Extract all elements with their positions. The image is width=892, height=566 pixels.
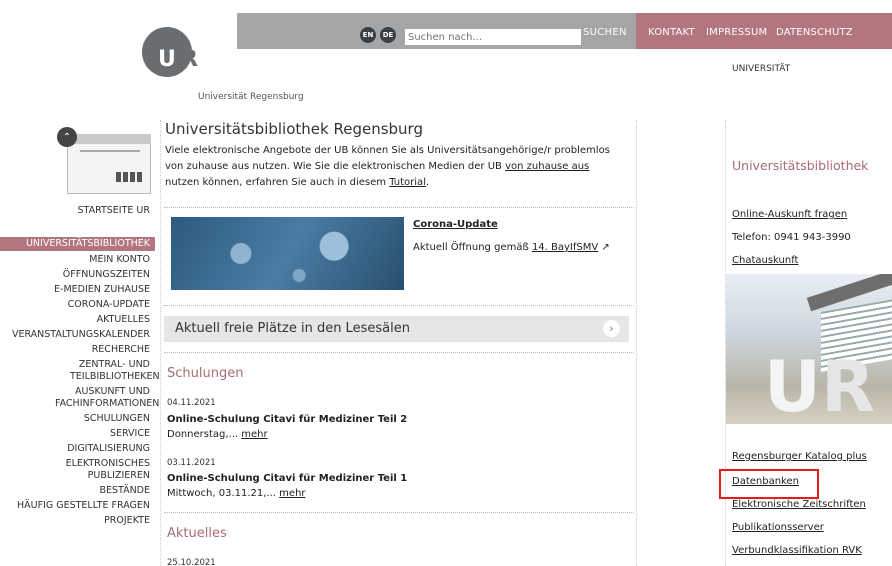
nav-item-auskunft[interactable]: AUSKUNFT UND FACHINFORMATIONEN <box>0 386 159 410</box>
aktuelles-date: 25.10.2021 <box>167 558 216 566</box>
nav-item-projekte[interactable]: PROJEKTE <box>0 515 155 527</box>
nav-item-veranstaltungskalender[interactable]: VERANSTALTUNGSKALENDER <box>0 329 155 341</box>
datenschutz-link[interactable]: DATENSCHUTZ <box>776 27 853 38</box>
nav-item-e-medien[interactable]: E-MEDIEN ZUHAUSE <box>0 284 155 296</box>
left-nav: UNIVERSITÄTSBIBLIOTHEK MEIN KONTO ÖFFNUN… <box>0 237 160 530</box>
column-divider-left <box>160 120 161 566</box>
regensburger-katalog-link[interactable]: Regensburger Katalog plus <box>732 451 867 462</box>
nav-item-universitaetsbibliothek[interactable]: UNIVERSITÄTSBIBLIOTHEK <box>0 237 155 251</box>
nav-item-oeffnungszeiten[interactable]: ÖFFNUNGSZEITEN <box>0 269 155 281</box>
nav-item-zentral-teilbibliotheken[interactable]: ZENTRAL- UND TEILBIBLIOTHEKEN <box>0 359 160 383</box>
campus-ur-u: U <box>764 346 821 424</box>
event-date: 03.11.2021 <box>167 458 216 468</box>
tutorial-link[interactable]: Tutorial <box>389 177 426 188</box>
nav-item-aktuelles[interactable]: AKTUELLES <box>0 314 155 326</box>
divider <box>164 512 634 513</box>
logo-text: Universität Regensburg <box>198 92 304 102</box>
nav-item-mein-konto[interactable]: MEIN KONTO <box>0 254 155 266</box>
event-title-link[interactable]: Online-Schulung Citavi für Mediziner Tei… <box>167 414 407 425</box>
external-link-icon: ↗ <box>598 242 610 253</box>
contact-link[interactable]: KONTAKT <box>648 27 695 38</box>
intro-text-2: nutzen können, erfahren Sie auch in dies… <box>165 177 390 188</box>
logo-u: U <box>158 47 176 72</box>
intro-text: Viele elektronische Angebote der UB könn… <box>165 143 625 191</box>
corona-virus-image[interactable] <box>171 217 404 290</box>
universitaet-menu[interactable]: UNIVERSITÄT <box>732 64 790 74</box>
datenbanken-highlight-box <box>719 469 819 499</box>
divider <box>164 305 634 306</box>
screen-line <box>80 150 140 152</box>
lang-en-button[interactable]: EN <box>360 27 376 43</box>
search-input[interactable] <box>405 29 581 45</box>
nav-item-recherche[interactable]: RECHERCHE <box>0 344 155 356</box>
telefon-text: Telefon: 0941 943-3990 <box>732 232 851 243</box>
event-more-link[interactable]: mehr <box>279 488 305 499</box>
page-title: Universitätsbibliothek Regensburg <box>165 120 423 138</box>
nav-item-elektronisches-publizieren[interactable]: ELEKTRONISCHES PUBLIZIEREN <box>0 458 155 482</box>
online-auskunft-link[interactable]: Online-Auskunft fragen <box>732 209 847 220</box>
corona-text: Aktuell Öffnung gemäß 14. BayIfSMV ↗ <box>413 242 610 253</box>
event-text: Mittwoch, 03.11.21,... mehr <box>167 488 306 499</box>
startseite-ur-link[interactable]: STARTSEITE UR <box>0 205 150 216</box>
nav-item-service[interactable]: SERVICE <box>0 428 155 440</box>
divider <box>164 352 634 353</box>
intro-text-3: . <box>425 177 430 188</box>
aktuelles-title: Aktuelles <box>167 526 227 541</box>
collapse-up-icon[interactable]: ⌃ <box>57 127 77 147</box>
main-content: Universitätsbibliothek Regensburg Viele … <box>165 120 635 191</box>
event-more-link[interactable]: mehr <box>241 429 267 440</box>
nav-item-digitalisierung[interactable]: DIGITALISIERUNG <box>0 443 155 455</box>
corona-update-link[interactable]: Corona-Update <box>413 219 498 230</box>
column-divider-mid <box>636 120 637 566</box>
event-title-link[interactable]: Online-Schulung Citavi für Mediziner Tei… <box>167 473 407 484</box>
ub-title: Universitätsbibliothek <box>732 158 869 173</box>
von-zuhause-link[interactable]: von zuhause aus <box>505 161 589 172</box>
nav-item-faq[interactable]: HÄUFIG GESTELLTE FRAGEN <box>0 500 155 512</box>
lang-de-button[interactable]: DE <box>380 27 396 43</box>
event-text: Donnerstag,... mehr <box>167 429 268 440</box>
nav-item-bestaende[interactable]: BESTÄNDE <box>0 485 155 497</box>
event-date: 04.11.2021 <box>167 398 216 408</box>
rvk-link[interactable]: Verbundklassifikation RVK <box>732 545 862 556</box>
screen-grid-icon <box>116 172 142 182</box>
logo-r: R <box>181 47 198 72</box>
nav-item-corona[interactable]: CORONA-UPDATE <box>0 299 155 311</box>
freie-plaetze-label[interactable]: Aktuell freie Plätze in den Lesesälen <box>175 321 410 336</box>
corona-text-label: Aktuell Öffnung gemäß <box>413 242 532 253</box>
chatauskunft-link[interactable]: Chatauskunft <box>732 255 798 266</box>
impressum-link[interactable]: IMPRESSUM <box>706 27 767 38</box>
publikationsserver-link[interactable]: Publikationsserver <box>732 522 824 533</box>
divider <box>164 207 634 208</box>
campus-photo: U R <box>726 274 892 424</box>
screen-titlebar <box>67 134 151 144</box>
bayifsmv-link[interactable]: 14. BayIfSMV <box>532 242 598 253</box>
campus-ur-r: R <box>821 346 875 424</box>
search-button[interactable]: SUCHEN <box>583 27 627 38</box>
event-text-label: Mittwoch, 03.11.21,... <box>167 488 280 499</box>
event-text-label: Donnerstag,... <box>167 429 242 440</box>
elektronische-zeitschriften-link[interactable]: Elektronische Zeitschriften <box>732 499 866 510</box>
nav-item-schulungen[interactable]: SCHULUNGEN <box>0 413 155 425</box>
schulungen-title: Schulungen <box>167 366 244 381</box>
chevron-right-icon[interactable]: › <box>603 320 620 337</box>
